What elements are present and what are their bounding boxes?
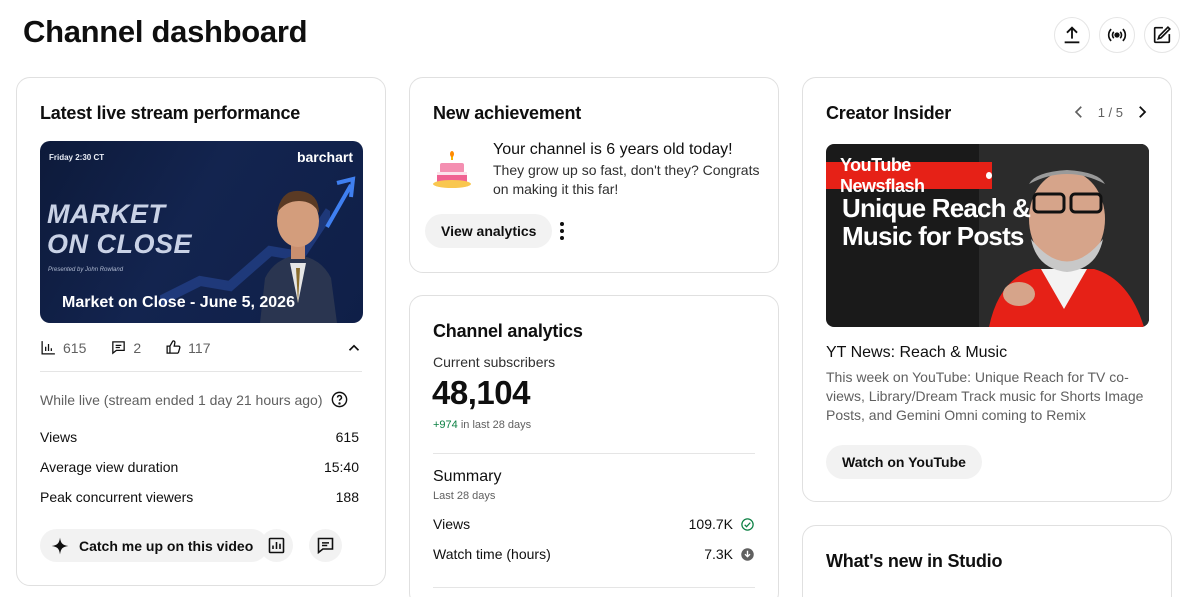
subscriber-change: +974 in last 28 days <box>433 419 532 431</box>
channel-analytics-card: Channel analytics Current subscribers 48… <box>409 295 779 597</box>
catch-me-up-button[interactable]: Catch me up on this video <box>40 529 269 562</box>
summary-period: Last 28 days <box>433 490 496 502</box>
pager: 1 / 5 <box>1070 103 1151 121</box>
go-live-button[interactable] <box>1099 17 1135 53</box>
creator-insider-card: Creator Insider 1 / 5 YouTube Newsflash … <box>802 77 1172 502</box>
live-stream-thumbnail[interactable]: Friday 2:30 CT barchart MARKET ON CLOSE … <box>40 141 363 323</box>
create-post-icon <box>1153 26 1171 44</box>
watch-on-youtube-button[interactable]: Watch on YouTube <box>826 445 982 479</box>
chevron-left-icon[interactable] <box>1070 103 1088 121</box>
newsflash-banner: YouTube Newsflash <box>826 155 992 196</box>
metric-row: Peak concurrent viewers 188 <box>40 489 359 505</box>
card-title: Creator Insider <box>826 103 952 123</box>
arrow-down-circle-icon <box>741 547 754 561</box>
dot-icon <box>985 172 992 179</box>
while-live-label: While live (stream ended 1 day 21 hours … <box>40 390 349 409</box>
comment-icon <box>317 537 334 555</box>
upload-icon <box>1064 26 1080 44</box>
go-live-icon <box>1107 28 1127 42</box>
divider <box>433 587 755 588</box>
thumbs-up-icon <box>166 340 181 354</box>
create-post-button[interactable] <box>1144 17 1180 53</box>
upload-button[interactable] <box>1054 17 1090 53</box>
card-title: Latest live stream performance <box>40 103 301 123</box>
card-title: What's new in Studio <box>826 551 1003 571</box>
achievement-headline: Your channel is 6 years old today! <box>493 141 733 158</box>
analytics-icon <box>268 537 285 554</box>
divider <box>40 371 362 372</box>
more-options-icon[interactable] <box>552 219 572 243</box>
views-stat: 615 <box>40 339 86 356</box>
check-circle-icon <box>741 517 754 531</box>
summary-title: Summary <box>433 468 502 485</box>
whats-new-card: What's new in Studio <box>802 525 1172 597</box>
achievement-body: They grow up so fast, don't they? Congra… <box>493 162 760 197</box>
stream-stats: 615 2 117 <box>40 339 210 356</box>
metric-row: Views 615 <box>40 429 359 445</box>
help-icon[interactable] <box>330 390 349 409</box>
analytics-button[interactable] <box>260 529 293 562</box>
latest-live-stream-card: Latest live stream performance Friday 2:… <box>16 77 386 586</box>
stream-title: Market on Close - June 5, 2026 <box>62 294 295 311</box>
insider-video-description: This week on YouTube: Unique Reach for T… <box>826 369 1144 423</box>
card-title: Channel analytics <box>433 321 583 341</box>
birthday-cake-icon <box>433 151 471 188</box>
analytics-metric-row: Watch time (hours) 7.3K <box>433 546 755 562</box>
page-title: Channel dashboard <box>23 14 308 49</box>
comments-stat: 2 <box>110 339 141 356</box>
view-analytics-button[interactable]: View analytics <box>425 214 553 248</box>
sparkle-icon <box>51 537 69 554</box>
chevron-right-icon[interactable] <box>1133 103 1151 121</box>
subscriber-count: 48,104 <box>432 374 530 411</box>
presenter-credit: Presented by John Rowland <box>48 267 124 273</box>
header-actions <box>1054 17 1180 53</box>
subscribers-label: Current subscribers <box>433 354 556 370</box>
thumbnail-big-title: MARKET ON CLOSE <box>47 199 193 259</box>
insider-video-thumbnail[interactable]: YouTube Newsflash Unique Reach & Music f… <box>826 144 1149 327</box>
likes-stat: 117 <box>165 339 210 356</box>
brand-logo: barchart <box>296 149 353 165</box>
stream-date-label: Friday 2:30 CT <box>49 153 105 162</box>
comments-button[interactable] <box>309 529 342 562</box>
insider-video-title[interactable]: YT News: Reach & Music <box>826 344 1007 362</box>
comment-icon <box>112 341 126 355</box>
divider <box>433 453 755 454</box>
metric-row: Average view duration 15:40 <box>40 459 359 475</box>
new-achievement-card: New achievement Your channel is 6 years … <box>409 77 779 273</box>
thumbnail-headline: Unique Reach & Music for Posts <box>842 193 1031 251</box>
pager-count: 1 / 5 <box>1097 104 1123 120</box>
bar-chart-icon <box>41 341 55 355</box>
card-title: New achievement <box>433 103 582 123</box>
analytics-metric-row: Views 109.7K <box>433 516 755 532</box>
chevron-up-icon[interactable] <box>345 339 363 357</box>
